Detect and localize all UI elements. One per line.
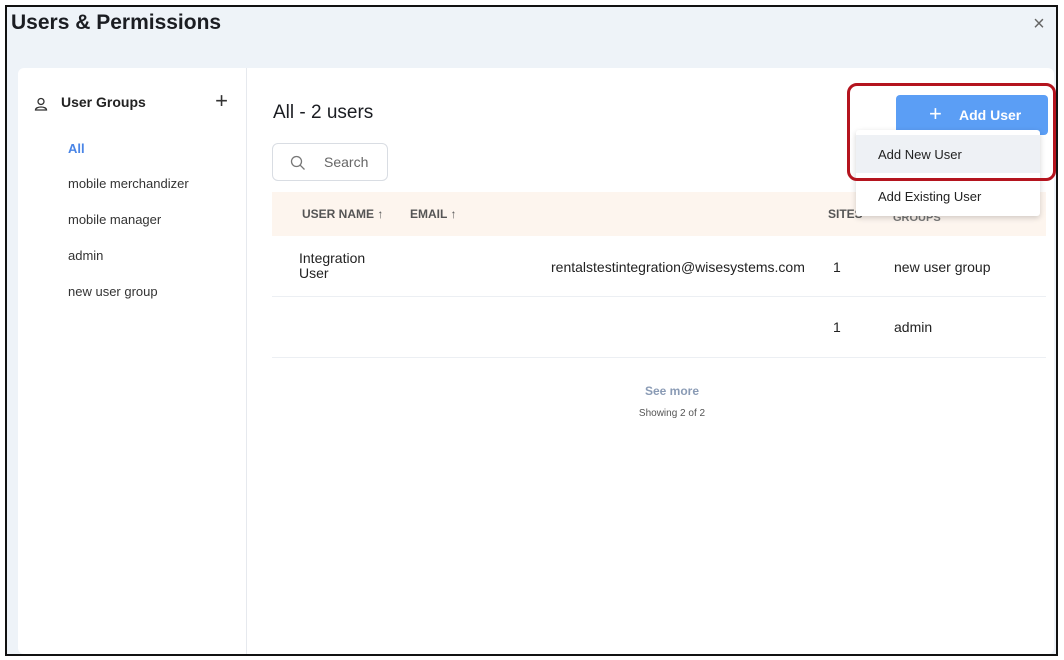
email-cell: rentalstestintegration@wisesystems.com bbox=[551, 259, 805, 275]
sites-cell: 1 bbox=[833, 319, 841, 335]
column-header-email[interactable]: EMAIL ↑ bbox=[410, 207, 456, 221]
add-user-label: Add User bbox=[959, 107, 1022, 123]
sidebar-item-mobile-merchandizer[interactable]: mobile merchandizer bbox=[68, 176, 189, 191]
see-more-link[interactable]: See more bbox=[607, 384, 737, 398]
add-user-button[interactable]: + Add User bbox=[896, 95, 1048, 135]
search-box[interactable] bbox=[272, 143, 388, 181]
window-title: Users & Permissions bbox=[11, 11, 222, 34]
user-name-cell: Integration User bbox=[299, 250, 366, 281]
sidebar-item-new-user-group[interactable]: new user group bbox=[68, 284, 158, 299]
add-user-dropdown: Add New User Add Existing User bbox=[856, 130, 1040, 216]
showing-count: Showing 2 of 2 bbox=[638, 408, 706, 419]
sidebar-item-mobile-manager[interactable]: mobile manager bbox=[68, 212, 161, 227]
sites-cell: 1 bbox=[833, 259, 841, 275]
user-groups-header: User Groups + bbox=[34, 90, 234, 117]
plus-icon: + bbox=[929, 101, 942, 126]
search-input[interactable] bbox=[324, 152, 384, 172]
close-icon[interactable]: × bbox=[1030, 14, 1048, 34]
groups-cell: new user group bbox=[894, 259, 991, 275]
search-icon bbox=[290, 155, 305, 170]
user-groups-title: User Groups bbox=[61, 94, 146, 110]
add-group-button[interactable]: + bbox=[215, 90, 228, 112]
user-groups-sidebar: User Groups + All mobile merchandizer mo… bbox=[18, 68, 247, 654]
page-title: All - 2 users bbox=[273, 102, 374, 123]
sidebar-item-all[interactable]: All bbox=[68, 141, 85, 156]
sidebar-item-admin[interactable]: admin bbox=[68, 248, 103, 263]
add-existing-user-option[interactable]: Add Existing User bbox=[856, 176, 1040, 214]
table-row[interactable]: 1 admin bbox=[272, 297, 1046, 358]
table-row[interactable]: Integration User rentalstestintegration@… bbox=[272, 236, 1046, 297]
title-bar: Users & Permissions × bbox=[7, 7, 1056, 47]
groups-cell: admin bbox=[894, 319, 933, 335]
column-header-user-name[interactable]: USER NAME ↑ bbox=[302, 207, 383, 221]
user-icon bbox=[34, 97, 48, 111]
users-permissions-window: Users & Permissions × User Groups + All … bbox=[5, 5, 1058, 656]
add-new-user-option[interactable]: Add New User bbox=[856, 135, 1040, 173]
